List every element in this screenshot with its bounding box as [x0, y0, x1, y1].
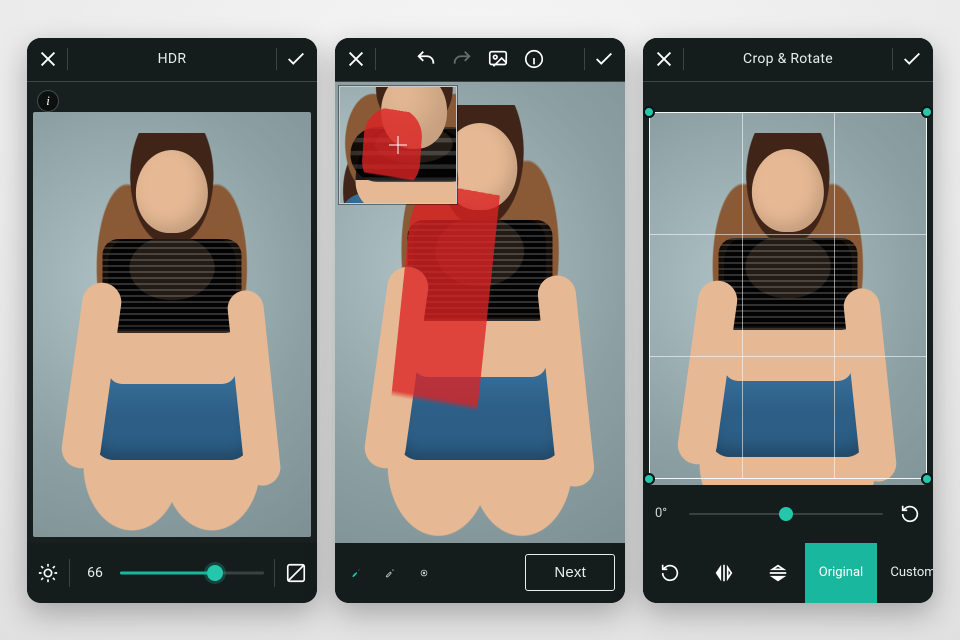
compare-icon[interactable] [285, 562, 307, 584]
flip-horizontal-icon[interactable] [697, 543, 751, 603]
screen-heal: Next [335, 38, 625, 603]
screen-crop: Crop & Rotate [643, 38, 933, 603]
separator [69, 559, 70, 587]
intensity-slider[interactable] [120, 562, 264, 584]
rotate-left-icon[interactable] [643, 543, 697, 603]
canvas[interactable]: 0° Original Custom [643, 82, 933, 603]
brush-remove-icon[interactable] [379, 562, 401, 584]
separator [274, 559, 275, 587]
tab-original[interactable]: Original [805, 543, 877, 603]
info-icon[interactable]: i [37, 90, 59, 112]
topbar-hdr: HDR [27, 38, 317, 82]
crop-tabs: Original Custom [643, 543, 933, 603]
portrait-image [33, 112, 311, 537]
check-icon[interactable] [901, 48, 923, 70]
flip-vertical-icon[interactable] [751, 543, 805, 603]
zoom-preview [339, 86, 457, 204]
topbar-heal [335, 38, 625, 82]
separator [375, 48, 376, 70]
canvas[interactable]: i [27, 82, 317, 543]
crop-frame[interactable] [649, 112, 927, 479]
tab-custom[interactable]: Custom [877, 543, 933, 603]
brightness-icon[interactable] [37, 562, 59, 584]
crop-handle-br[interactable] [921, 473, 933, 485]
brush-size-icon[interactable] [413, 562, 435, 584]
rotation-slider[interactable] [689, 504, 883, 524]
separator [276, 48, 277, 70]
separator [683, 48, 684, 70]
check-icon[interactable] [285, 48, 307, 70]
rotation-value: 0° [655, 506, 679, 521]
screen-hdr: HDR i 66 [27, 38, 317, 603]
separator [67, 48, 68, 70]
reset-rotation-icon[interactable] [899, 503, 921, 525]
rotation-bar: 0° [643, 485, 933, 543]
undo-icon[interactable] [415, 48, 437, 70]
check-icon[interactable] [593, 48, 615, 70]
bottom-bar-heal: Next [335, 543, 625, 603]
crop-handle-tl[interactable] [643, 106, 655, 118]
redo-icon[interactable] [451, 48, 473, 70]
crop-handle-tr[interactable] [921, 106, 933, 118]
brush-add-icon[interactable] [345, 562, 367, 584]
separator [892, 48, 893, 70]
slider-value: 66 [80, 565, 110, 581]
image-icon[interactable] [487, 48, 509, 70]
photo [33, 112, 311, 537]
next-button[interactable]: Next [525, 554, 615, 591]
close-icon[interactable] [345, 48, 367, 70]
screen-title: HDR [76, 51, 268, 67]
separator [584, 48, 585, 70]
topbar-crop: Crop & Rotate [643, 38, 933, 82]
canvas[interactable] [335, 82, 625, 543]
bottom-bar-hdr: 66 [27, 543, 317, 603]
crosshair-icon [389, 136, 407, 154]
screen-title: Crop & Rotate [692, 51, 884, 67]
close-icon[interactable] [653, 48, 675, 70]
info-icon[interactable] [523, 48, 545, 70]
close-icon[interactable] [37, 48, 59, 70]
crop-handle-bl[interactable] [643, 473, 655, 485]
